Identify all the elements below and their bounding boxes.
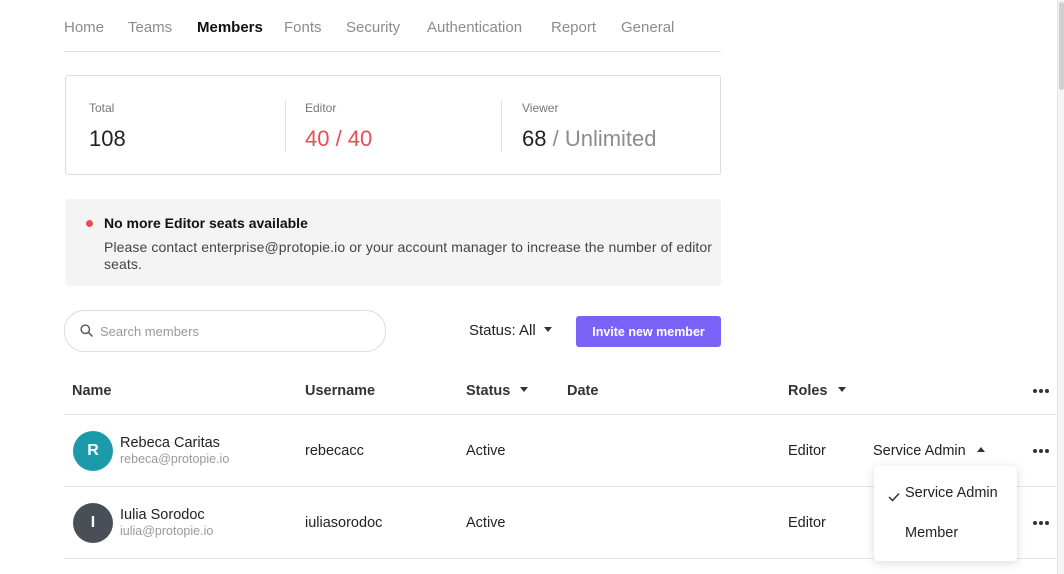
total-value: 108 bbox=[89, 126, 126, 151]
admin-role-dropdown[interactable]: Service Admin bbox=[873, 443, 985, 459]
more-options-icon[interactable] bbox=[1033, 388, 1051, 394]
alert-message: Please contact enterprise@protopie.io or… bbox=[104, 239, 713, 272]
menu-item-label: Member bbox=[905, 525, 959, 541]
viewer-limit: / Unlimited bbox=[546, 126, 657, 151]
viewer-value: 68 bbox=[522, 126, 547, 151]
menu-item-label: Service Admin bbox=[905, 485, 998, 501]
member-username: rebecacc bbox=[305, 443, 364, 459]
page-scrollbar[interactable] bbox=[1057, 0, 1064, 574]
member-role: Editor bbox=[788, 515, 826, 531]
total-label: Total bbox=[89, 101, 115, 115]
menu-item-service-admin[interactable]: Service Admin bbox=[874, 474, 1017, 514]
tab-general[interactable]: General bbox=[621, 19, 674, 36]
invite-new-member-button[interactable]: Invite new member bbox=[576, 316, 721, 347]
viewer-value-group: 68 / Unlimited bbox=[522, 126, 657, 152]
member-email: rebeca@protopie.io bbox=[120, 452, 230, 466]
table-divider bbox=[64, 414, 1057, 415]
seat-limit-alert: No more Editor seats available Please co… bbox=[65, 199, 721, 286]
editor-label: Editor bbox=[305, 101, 337, 115]
search-members-box[interactable] bbox=[64, 310, 386, 352]
status-column-header[interactable]: Status bbox=[466, 383, 529, 399]
status-filter-label: Status: All bbox=[469, 322, 536, 339]
menu-item-member[interactable]: Member bbox=[874, 514, 1017, 554]
tab-fonts[interactable]: Fonts bbox=[284, 19, 322, 36]
caret-down-icon bbox=[543, 327, 552, 333]
viewer-label: Viewer bbox=[522, 101, 559, 115]
member-username: iuliasorodoc bbox=[305, 515, 383, 531]
roles-column-header[interactable]: Roles bbox=[788, 383, 846, 399]
member-status: Active bbox=[466, 515, 506, 531]
member-name: Rebeca Caritas bbox=[120, 435, 220, 451]
scrollbar-thumb[interactable] bbox=[1059, 2, 1064, 90]
more-options-icon[interactable] bbox=[1033, 520, 1051, 526]
status-header-label: Status bbox=[466, 383, 511, 399]
search-input[interactable] bbox=[100, 321, 370, 341]
avatar: I bbox=[73, 503, 113, 543]
member-role: Editor bbox=[788, 443, 826, 459]
name-column-header: Name bbox=[72, 383, 112, 399]
tab-home[interactable]: Home bbox=[64, 19, 104, 36]
roles-header-label: Roles bbox=[788, 383, 828, 399]
stat-divider bbox=[501, 100, 502, 152]
more-options-icon[interactable] bbox=[1033, 448, 1051, 454]
caret-down-icon bbox=[837, 387, 846, 393]
admin-role-menu: Service Admin Member bbox=[874, 466, 1017, 561]
tab-authentication[interactable]: Authentication bbox=[427, 19, 522, 36]
seat-stats-card: Total 108 Editor 40 / 40 Viewer 68 / Unl… bbox=[65, 75, 721, 175]
member-status: Active bbox=[466, 443, 506, 459]
alert-status-dot bbox=[86, 220, 93, 227]
tab-security[interactable]: Security bbox=[346, 19, 400, 36]
check-icon bbox=[888, 489, 900, 507]
tab-report[interactable]: Report bbox=[551, 19, 596, 36]
tab-members[interactable]: Members bbox=[197, 19, 263, 36]
member-email: iulia@protopie.io bbox=[120, 524, 214, 538]
member-name: Iulia Sorodoc bbox=[120, 507, 205, 523]
search-icon bbox=[80, 324, 93, 342]
status-filter-dropdown[interactable]: Status: All bbox=[469, 322, 552, 339]
caret-up-icon bbox=[976, 447, 985, 453]
tab-teams[interactable]: Teams bbox=[128, 19, 172, 36]
members-nav-tabs: Home Teams Members Fonts Security Authen… bbox=[64, 0, 721, 52]
editor-value: 40 / 40 bbox=[305, 126, 373, 151]
caret-down-icon bbox=[520, 387, 529, 393]
alert-title: No more Editor seats available bbox=[104, 215, 308, 231]
stat-divider bbox=[285, 100, 286, 152]
admin-role-label: Service Admin bbox=[873, 443, 966, 459]
date-column-header: Date bbox=[567, 383, 599, 399]
avatar: R bbox=[73, 431, 113, 471]
username-column-header: Username bbox=[305, 383, 376, 399]
